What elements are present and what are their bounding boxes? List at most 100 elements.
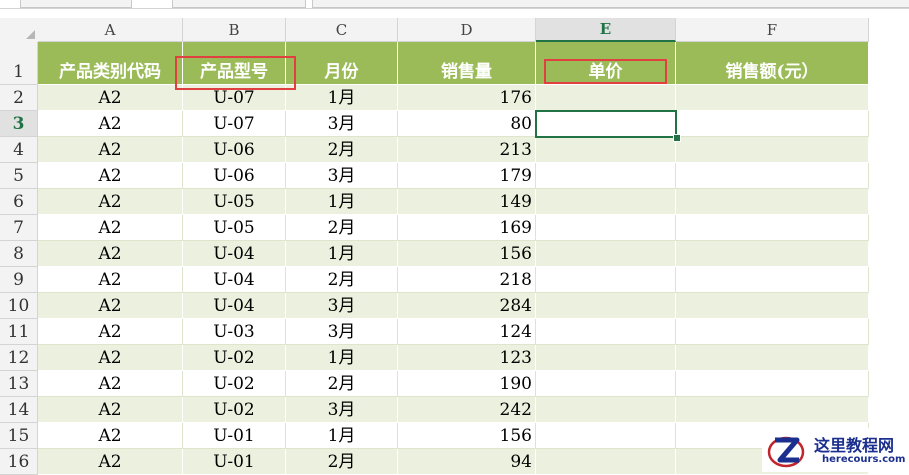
cell-a13[interactable]: A2 (38, 371, 183, 397)
cell-d9[interactable]: 218 (398, 267, 536, 293)
cell-d2[interactable]: 176 (398, 85, 536, 111)
cell-e4[interactable] (536, 137, 676, 163)
cell-d15[interactable]: 156 (398, 423, 536, 449)
cell-b9[interactable]: U-04 (183, 267, 286, 293)
cell-c11[interactable]: 3月 (286, 319, 398, 345)
cell-c15[interactable]: 1月 (286, 423, 398, 449)
cell-c13[interactable]: 2月 (286, 371, 398, 397)
formula-bar[interactable] (312, 0, 909, 8)
cell-e10[interactable] (536, 293, 676, 319)
row-header-13[interactable]: 13 (0, 371, 38, 397)
header-cell-f[interactable]: 销售额(元） (676, 42, 869, 85)
cell-c2[interactable]: 1月 (286, 85, 398, 111)
cell-d12[interactable]: 123 (398, 345, 536, 371)
row-header-1[interactable]: 1 (0, 42, 38, 85)
cell-d10[interactable]: 284 (398, 293, 536, 319)
cell-e16[interactable] (536, 449, 676, 475)
cell-c4[interactable]: 2月 (286, 137, 398, 163)
cell-f14[interactable] (676, 397, 869, 423)
cell-b8[interactable]: U-04 (183, 241, 286, 267)
cell-f13[interactable] (676, 371, 869, 397)
cell-b3[interactable]: U-07 (183, 111, 286, 137)
cell-c3[interactable]: 3月 (286, 111, 398, 137)
cell-e12[interactable] (536, 345, 676, 371)
cell-a12[interactable]: A2 (38, 345, 183, 371)
select-all-corner[interactable] (0, 18, 39, 43)
row-header-10[interactable]: 10 (0, 293, 38, 319)
row-header-7[interactable]: 7 (0, 215, 38, 241)
cell-c10[interactable]: 3月 (286, 293, 398, 319)
cell-e15[interactable] (536, 423, 676, 449)
toolbar-tab[interactable] (172, 0, 306, 8)
column-header-c[interactable]: C (286, 18, 398, 42)
cell-b4[interactable]: U-06 (183, 137, 286, 163)
cell-e11[interactable] (536, 319, 676, 345)
cell-d6[interactable]: 149 (398, 189, 536, 215)
cell-a6[interactable]: A2 (38, 189, 183, 215)
cell-e6[interactable] (536, 189, 676, 215)
cell-b15[interactable]: U-01 (183, 423, 286, 449)
cell-f5[interactable] (676, 163, 869, 189)
cell-c7[interactable]: 2月 (286, 215, 398, 241)
cell-d13[interactable]: 190 (398, 371, 536, 397)
cell-d8[interactable]: 156 (398, 241, 536, 267)
cell-a8[interactable]: A2 (38, 241, 183, 267)
cell-a15[interactable]: A2 (38, 423, 183, 449)
cell-d16[interactable]: 94 (398, 449, 536, 475)
cell-c16[interactable]: 2月 (286, 449, 398, 475)
cell-f9[interactable] (676, 267, 869, 293)
cell-c12[interactable]: 1月 (286, 345, 398, 371)
cell-f10[interactable] (676, 293, 869, 319)
cell-b13[interactable]: U-02 (183, 371, 286, 397)
row-header-3[interactable]: 3 (0, 111, 38, 137)
cell-b14[interactable]: U-02 (183, 397, 286, 423)
active-cell-selection[interactable] (535, 110, 677, 138)
cell-a9[interactable]: A2 (38, 267, 183, 293)
cell-b7[interactable]: U-05 (183, 215, 286, 241)
row-header-11[interactable]: 11 (0, 319, 38, 345)
cell-a5[interactable]: A2 (38, 163, 183, 189)
header-cell-a[interactable]: 产品类别代码 (38, 42, 183, 85)
row-header-16[interactable]: 16 (0, 449, 38, 475)
cell-f6[interactable] (676, 189, 869, 215)
row-header-5[interactable]: 5 (0, 163, 38, 189)
column-header-e[interactable]: E (536, 18, 676, 42)
cell-f7[interactable] (676, 215, 869, 241)
cell-e2[interactable] (536, 85, 676, 111)
row-header-12[interactable]: 12 (0, 345, 38, 371)
cell-d5[interactable]: 179 (398, 163, 536, 189)
cell-a11[interactable]: A2 (38, 319, 183, 345)
column-header-a[interactable]: A (38, 18, 183, 42)
cell-a4[interactable]: A2 (38, 137, 183, 163)
cell-e13[interactable] (536, 371, 676, 397)
cell-a16[interactable]: A2 (38, 449, 183, 475)
cell-a14[interactable]: A2 (38, 397, 183, 423)
cell-a10[interactable]: A2 (38, 293, 183, 319)
cell-f11[interactable] (676, 319, 869, 345)
cell-b12[interactable]: U-02 (183, 345, 286, 371)
row-header-2[interactable]: 2 (0, 85, 38, 111)
row-header-9[interactable]: 9 (0, 267, 38, 293)
cell-a3[interactable]: A2 (38, 111, 183, 137)
cell-b10[interactable]: U-04 (183, 293, 286, 319)
column-header-f[interactable]: F (676, 18, 869, 42)
cell-a2[interactable]: A2 (38, 85, 183, 111)
cell-e7[interactable] (536, 215, 676, 241)
cell-f12[interactable] (676, 345, 869, 371)
cell-b11[interactable]: U-03 (183, 319, 286, 345)
cell-e8[interactable] (536, 241, 676, 267)
cell-f4[interactable] (676, 137, 869, 163)
column-header-d[interactable]: D (398, 18, 536, 42)
toolbar-tab[interactable] (20, 0, 132, 8)
column-header-b[interactable]: B (183, 18, 286, 42)
cell-c5[interactable]: 3月 (286, 163, 398, 189)
fill-handle[interactable] (673, 134, 681, 142)
cell-b6[interactable]: U-05 (183, 189, 286, 215)
cell-e5[interactable] (536, 163, 676, 189)
cell-f8[interactable] (676, 241, 869, 267)
cell-e14[interactable] (536, 397, 676, 423)
row-header-15[interactable]: 15 (0, 423, 38, 449)
cell-d7[interactable]: 169 (398, 215, 536, 241)
cell-d11[interactable]: 124 (398, 319, 536, 345)
cell-c14[interactable]: 3月 (286, 397, 398, 423)
